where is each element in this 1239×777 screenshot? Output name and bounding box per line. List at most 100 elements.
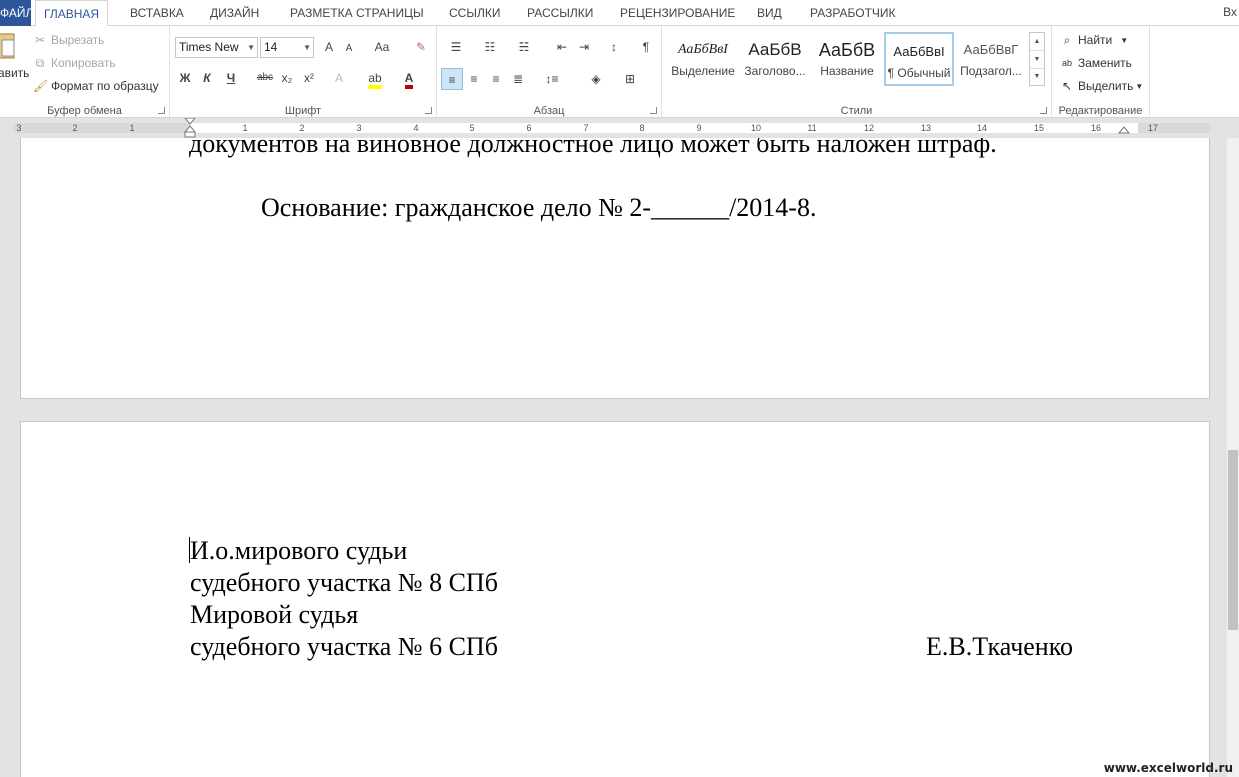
styles-group: АаБбВвІ Выделение АаБбВ Заголово... АаБб…	[662, 26, 1052, 118]
ruler-number: 10	[750, 123, 762, 133]
bullet-list-icon: ☰	[450, 40, 462, 54]
italic-button[interactable]: К	[196, 67, 218, 89]
scrollbar-thumb[interactable]	[1228, 450, 1238, 630]
horizontal-ruler[interactable]: 3 2 1 1 2 3 4 5 6 7 8 9 10 11 12 13 14 1…	[0, 118, 1239, 138]
page-2[interactable]: И.о.мирового судьи судебного участка № 8…	[20, 421, 1210, 777]
paste-button[interactable]: Вставить	[0, 30, 29, 94]
replace-button[interactable]: ab Заменить	[1060, 56, 1132, 70]
chevron-down-icon: ▼	[1135, 81, 1144, 91]
tab-design[interactable]: ДИЗАЙН	[202, 0, 267, 26]
login-link[interactable]: Вх	[1223, 0, 1237, 26]
tab-file[interactable]: ФАЙЛ	[0, 0, 31, 26]
align-left-button[interactable]: ≡	[441, 68, 463, 90]
tab-insert[interactable]: ВСТАВКА	[122, 0, 192, 26]
shading-button[interactable]: ◈	[581, 68, 611, 90]
styles-gallery-scroll[interactable]: ▲ ▼ ▼	[1029, 32, 1045, 86]
font-size-combo[interactable]: 14 ▼	[260, 37, 314, 58]
font-name-combo[interactable]: Times New Roman ▼	[175, 37, 258, 58]
highlight-button[interactable]: ab	[360, 67, 390, 89]
select-label: Выделить	[1078, 79, 1134, 93]
text-effects-button[interactable]: A	[328, 67, 350, 89]
chevron-down-icon[interactable]: ▼	[1030, 51, 1044, 69]
tab-review[interactable]: РЕЦЕНЗИРОВАНИЕ	[612, 0, 743, 26]
page1-line-2: Основание: гражданское дело № 2-______/2…	[261, 193, 817, 222]
bold-button[interactable]: Ж	[174, 67, 196, 89]
line-spacing-button[interactable]: ↕≡	[537, 68, 567, 90]
borders-button[interactable]: ⊞	[615, 68, 645, 90]
align-right-icon: ≡	[492, 72, 500, 86]
page-1[interactable]: документов на виновное должностное лицо …	[20, 138, 1210, 399]
styles-dialog-launcher[interactable]	[1040, 107, 1047, 114]
font-dialog-launcher[interactable]	[425, 107, 432, 114]
tab-home[interactable]: ГЛАВНАЯ	[35, 0, 109, 27]
eraser-icon: ✎	[415, 40, 427, 54]
cursor-arrow-icon: ↖	[1061, 79, 1073, 93]
show-marks-button[interactable]: ¶	[635, 36, 657, 58]
paragraph-group-label: Абзац	[533, 105, 565, 117]
align-center-button[interactable]: ≡	[463, 68, 485, 90]
ruler-left-margin	[14, 123, 190, 133]
tab-developer[interactable]: РАЗРАБОТЧИК	[802, 0, 904, 26]
change-case-icon: Aa	[374, 40, 390, 54]
subscript-button[interactable]: x₂	[276, 67, 298, 89]
font-group: Times New Roman ▼ 14 ▼ A A Aa ✎ Ж К Ч ab…	[170, 26, 437, 118]
line-spacing-icon: ↕≡	[545, 72, 559, 86]
strikethrough-button[interactable]: abc	[254, 67, 276, 89]
shrink-font-button[interactable]: A	[338, 38, 360, 60]
tab-mailings[interactable]: РАССЫЛКИ	[519, 0, 601, 26]
ruler-number: 12	[863, 123, 875, 133]
format-painter-label: Формат по образцу	[51, 79, 159, 93]
align-right-button[interactable]: ≡	[485, 68, 507, 90]
increase-indent-button[interactable]: ⇥	[573, 36, 595, 58]
style-emphasis-sample: АаБбВвІ	[678, 42, 728, 57]
format-painter-button[interactable]: 🖌 Формат по образцу	[33, 79, 159, 93]
ruler-number: 8	[639, 123, 645, 133]
right-indent-marker-icon[interactable]	[1118, 125, 1130, 135]
paste-label: Вставить	[0, 66, 30, 80]
style-title-name: Название	[820, 64, 874, 78]
tab-page-layout[interactable]: РАЗМЕТКА СТРАНИЦЫ	[282, 0, 432, 26]
cut-button[interactable]: ✂ Вырезать	[33, 33, 104, 47]
underline-button[interactable]: Ч	[220, 67, 242, 89]
style-title-sample: АаБбВ	[818, 40, 876, 60]
grow-font-button[interactable]: A	[318, 36, 340, 58]
chevron-up-icon[interactable]: ▲	[1030, 33, 1044, 51]
vertical-scrollbar[interactable]	[1227, 138, 1239, 777]
style-emphasis[interactable]: АаБбВвІ Выделение	[668, 32, 738, 86]
page2-line-2: судебного участка № 8 СПб	[190, 568, 498, 597]
superscript-button[interactable]: x²	[298, 67, 320, 89]
indent-marker-icon[interactable]	[184, 118, 196, 138]
style-title[interactable]: АаБбВ Название	[812, 32, 882, 86]
more-icon[interactable]: ▼	[1030, 69, 1044, 85]
document-area[interactable]: документов на виновное должностное лицо …	[0, 138, 1239, 777]
bullets-button[interactable]: ☰	[441, 36, 471, 58]
align-left-icon: ≡	[448, 73, 456, 87]
tab-references[interactable]: ССЫЛКИ	[441, 0, 508, 26]
tab-view[interactable]: ВИД	[749, 0, 790, 26]
change-case-button[interactable]: Aa	[368, 36, 396, 58]
clear-formatting-button[interactable]: ✎	[410, 36, 432, 58]
multilevel-list-button[interactable]: ☵	[509, 36, 539, 58]
ruler-number: 16	[1090, 123, 1102, 133]
increase-indent-icon: ⇥	[578, 40, 590, 54]
align-center-icon: ≡	[470, 72, 478, 86]
font-color-button[interactable]: A	[394, 67, 424, 89]
numbering-button[interactable]: ☷	[475, 36, 505, 58]
copy-button[interactable]: ⧉ Копировать	[33, 56, 116, 70]
justify-button[interactable]: ≣	[507, 68, 529, 90]
style-subtitle[interactable]: АаБбВвГ Подзагол...	[956, 32, 1026, 86]
chevron-down-icon: ▼	[247, 43, 255, 52]
sort-button[interactable]: ↕	[603, 36, 625, 58]
style-normal-name: ¶ Обычный	[887, 66, 951, 80]
style-heading[interactable]: АаБбВ Заголово...	[740, 32, 810, 86]
replace-icon: ab	[1061, 58, 1072, 68]
clipboard-group-label: Буфер обмена	[47, 105, 122, 117]
clipboard-dialog-launcher[interactable]	[158, 107, 165, 114]
ruler-number: 3	[16, 123, 22, 133]
select-button[interactable]: ↖ Выделить ▼	[1060, 79, 1143, 93]
decrease-indent-button[interactable]: ⇤	[551, 36, 573, 58]
find-button[interactable]: ⌕ Найти ▼	[1060, 33, 1129, 47]
replace-label: Заменить	[1078, 56, 1132, 70]
style-normal[interactable]: АаБбВвІ ¶ Обычный	[884, 32, 954, 86]
paragraph-dialog-launcher[interactable]	[650, 107, 657, 114]
